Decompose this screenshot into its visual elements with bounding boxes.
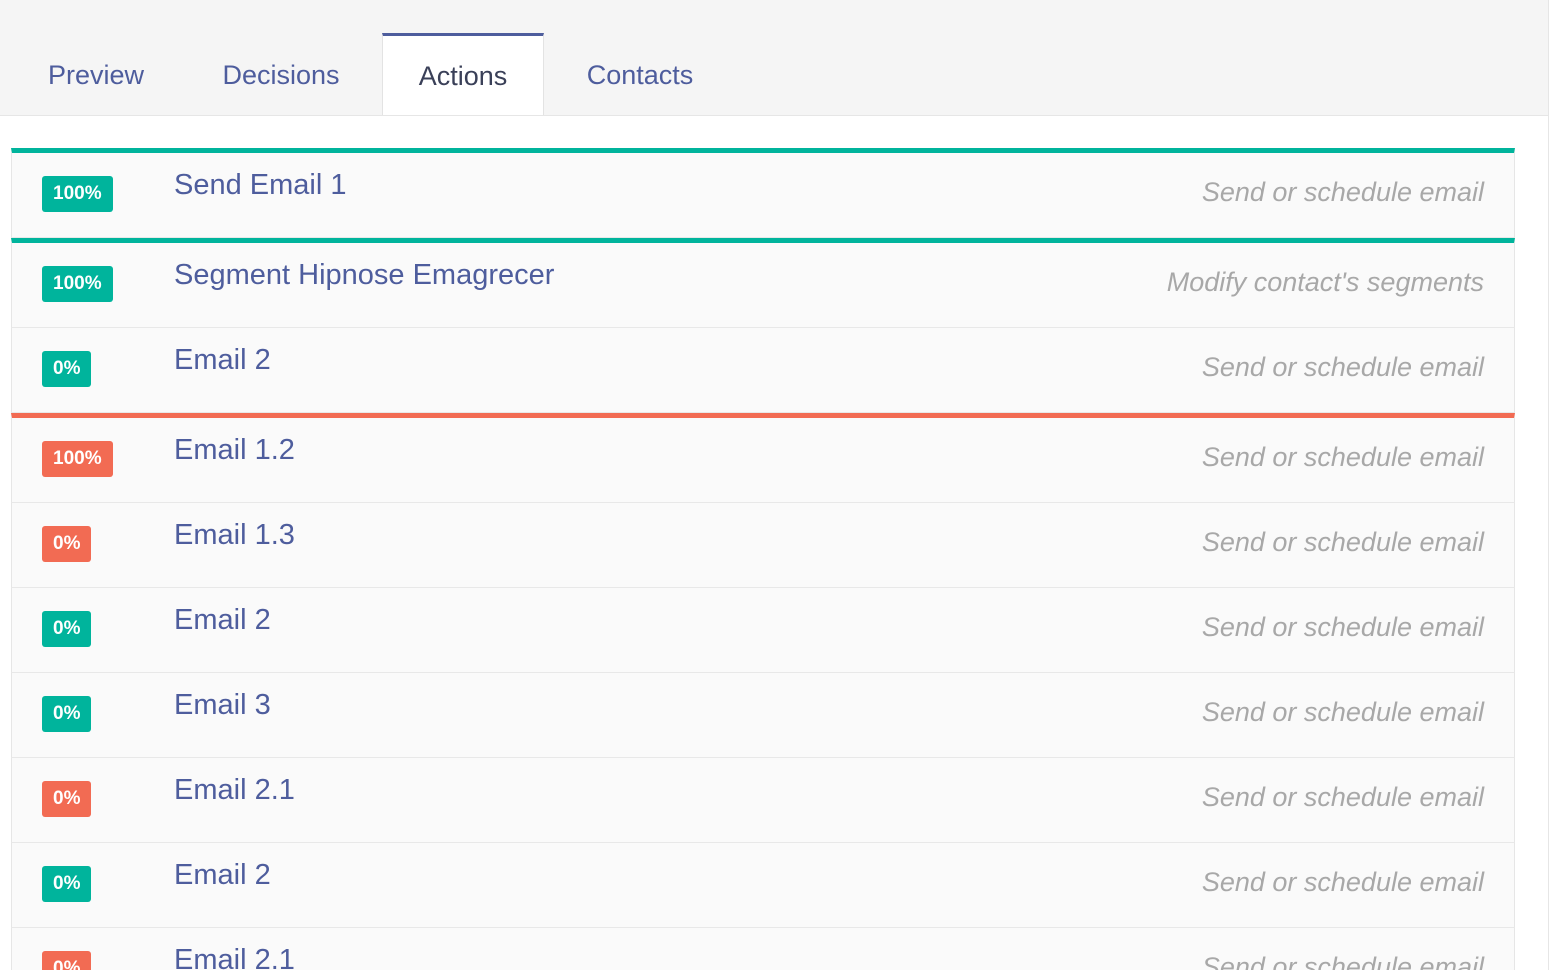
action-row: 0% Email 2 Send or schedule email [11, 843, 1515, 928]
action-type: Send or schedule email [1201, 697, 1484, 727]
action-row: 100% Send Email 1 Send or schedule email [11, 148, 1515, 238]
action-type: Send or schedule email [1201, 177, 1484, 207]
action-row: 0% Email 3 Send or schedule email [11, 673, 1515, 758]
percent-badge: 0% [42, 866, 92, 902]
action-type: Send or schedule email [1201, 527, 1484, 557]
action-row: 0% Email 1.3 Send or schedule email [11, 503, 1515, 588]
tab-preview[interactable]: Preview [20, 35, 172, 115]
action-name-link[interactable]: Email 2.1 [174, 774, 295, 807]
tab-actions[interactable]: Actions [382, 33, 544, 115]
action-name-link[interactable]: Email 1.3 [174, 519, 295, 552]
percent-badge: 0% [42, 781, 92, 817]
action-row: 100% Segment Hipnose Emagrecer Modify co… [11, 238, 1515, 328]
action-name-link[interactable]: Email 2 [174, 344, 271, 377]
campaign-page: Preview Decisions Actions Contacts 100% … [0, 0, 1564, 970]
percent-badge: 100% [42, 176, 113, 212]
percent-badge: 100% [42, 441, 113, 477]
percent-badge: 0% [42, 696, 92, 732]
action-name-link[interactable]: Segment Hipnose Emagrecer [174, 259, 554, 292]
percent-badge: 0% [42, 526, 92, 562]
action-row: 0% Email 2.1 Send or schedule email [11, 758, 1515, 843]
action-type: Send or schedule email [1201, 442, 1484, 472]
action-type: Send or schedule email [1201, 612, 1484, 642]
action-row: 100% Email 1.2 Send or schedule email [11, 413, 1515, 503]
action-name-link[interactable]: Email 2.1 [174, 944, 295, 970]
action-type: Send or schedule email [1201, 867, 1484, 897]
scrollbar-track[interactable] [1548, 0, 1564, 970]
percent-badge: 0% [42, 951, 92, 970]
tab-contacts[interactable]: Contacts [564, 35, 716, 115]
tab-bar: Preview Decisions Actions Contacts [0, 0, 1548, 116]
action-type: Send or schedule email [1201, 782, 1484, 812]
action-row: 0% Email 2 Send or schedule email [11, 328, 1515, 413]
action-type: Send or schedule email [1201, 952, 1484, 970]
actions-list: 100% Send Email 1 Send or schedule email… [11, 148, 1515, 970]
percent-badge: 100% [42, 266, 113, 302]
action-type: Modify contact's segments [1166, 267, 1484, 297]
action-name-link[interactable]: Email 3 [174, 689, 271, 722]
action-name-link[interactable]: Email 2 [174, 859, 271, 892]
action-name-link[interactable]: Email 1.2 [174, 434, 295, 467]
percent-badge: 0% [42, 351, 92, 387]
action-name-link[interactable]: Send Email 1 [174, 169, 347, 202]
action-row: 0% Email 2 Send or schedule email [11, 588, 1515, 673]
action-name-link[interactable]: Email 2 [174, 604, 271, 637]
action-row: 0% Email 2.1 Send or schedule email [11, 928, 1515, 970]
tab-decisions[interactable]: Decisions [200, 35, 362, 115]
action-type: Send or schedule email [1201, 352, 1484, 382]
percent-badge: 0% [42, 611, 92, 647]
